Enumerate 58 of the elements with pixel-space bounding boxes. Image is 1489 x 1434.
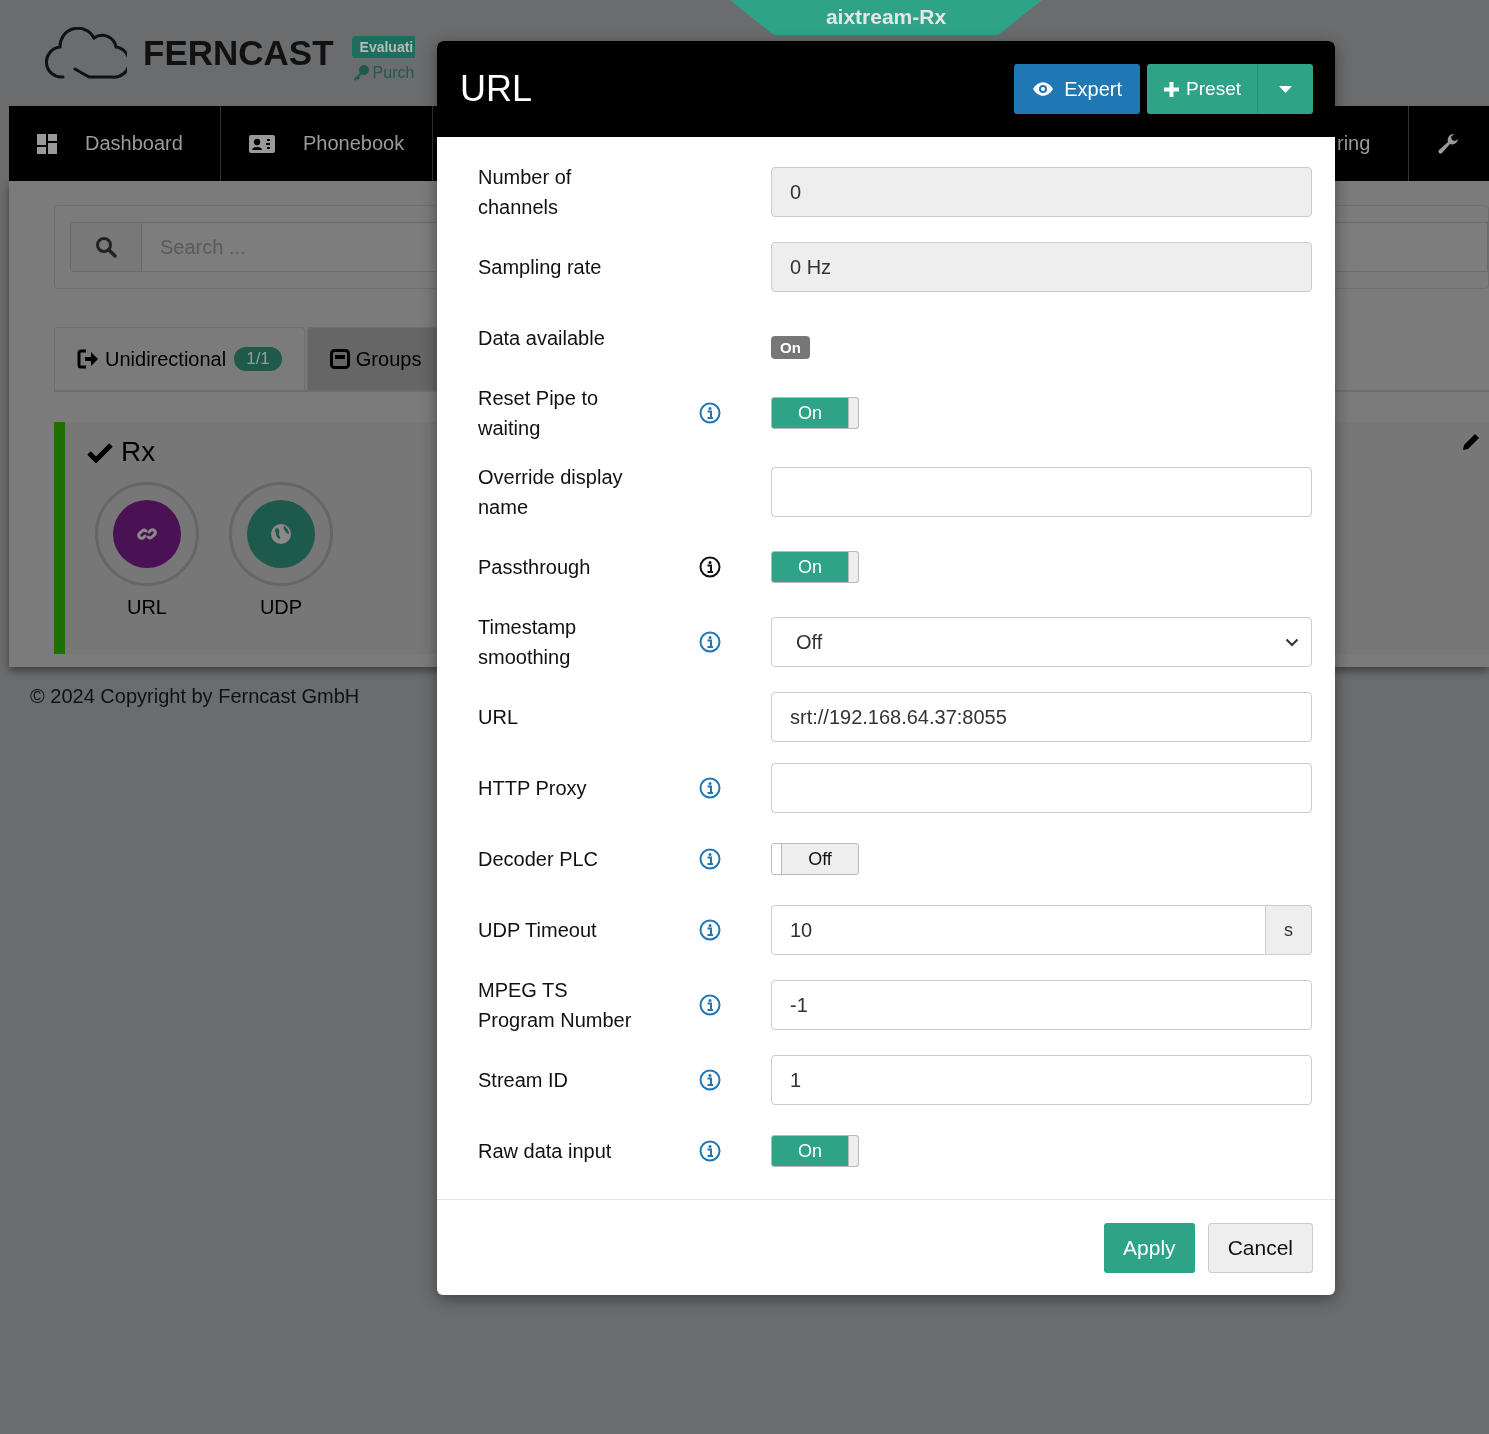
- device-name: Rx: [121, 436, 156, 468]
- count-badge: 1/1: [234, 347, 282, 371]
- unit-addon: s: [1266, 905, 1312, 955]
- node-ring[interactable]: [95, 482, 199, 586]
- copyright-text: © 2024 Copyright by Ferncast GmbH: [30, 685, 360, 708]
- field-label: Number of channels: [478, 165, 573, 220]
- field-label: URL: [478, 705, 519, 730]
- device-title-ribbon: aixtream-Rx: [730, 0, 1042, 35]
- status-badge: On: [771, 335, 810, 359]
- expert-button[interactable]: Expert: [1014, 64, 1141, 114]
- field-label: Passthrough: [478, 555, 592, 580]
- contact-card-icon: [249, 134, 275, 153]
- caret-icon: [1279, 85, 1292, 93]
- field-label: Override display name: [478, 465, 624, 520]
- toggle-switch[interactable]: Off: [771, 843, 859, 875]
- preset-dropdown-toggle[interactable]: [1257, 64, 1313, 114]
- checkmark-icon: [87, 441, 113, 463]
- eye-icon: [1032, 81, 1055, 97]
- dropdown[interactable]: Off: [771, 617, 1312, 667]
- text-field[interactable]: srt://192.168.64.37:8055: [771, 692, 1312, 742]
- node-label: UDP: [259, 596, 303, 619]
- dashboard-icon: [37, 133, 57, 154]
- text-field[interactable]: 1: [771, 1055, 1312, 1105]
- key-icon: [351, 64, 370, 82]
- chevron-down-icon: [1285, 637, 1299, 647]
- field-label: Timestamp smoothing: [478, 615, 578, 670]
- tab[interactable]: Unidirectional 1/1: [54, 327, 305, 390]
- brand-name: FERNCAST: [143, 33, 334, 73]
- text-field[interactable]: [771, 763, 1312, 813]
- modal-title: URL: [460, 68, 534, 110]
- search-icon: [95, 236, 117, 258]
- field-label: Data available: [478, 326, 606, 351]
- search-button[interactable]: [70, 222, 142, 272]
- field-label: HTTP Proxy: [478, 776, 588, 801]
- pencil-icon[interactable]: [1461, 432, 1481, 452]
- number-field[interactable]: 10: [771, 905, 1266, 955]
- cancel-button[interactable]: Cancel: [1207, 1222, 1313, 1273]
- evaluation-badge: Evaluati: [351, 36, 416, 58]
- cloud-logo-icon: [45, 27, 127, 79]
- readonly-field: 0 Hz: [771, 242, 1312, 292]
- node-ring[interactable]: [229, 482, 333, 586]
- field-label: Reset Pipe to waiting: [478, 386, 600, 441]
- exit-icon: [77, 349, 99, 369]
- field-label: Raw data input: [478, 1139, 613, 1164]
- text-field[interactable]: -1: [771, 980, 1312, 1030]
- field-label: MPEG TS Program Number: [478, 978, 633, 1033]
- globe-icon: [270, 523, 292, 545]
- field-label: UDP Timeout: [478, 918, 598, 943]
- text-field[interactable]: [771, 467, 1312, 517]
- field-label: Stream ID: [478, 1068, 570, 1093]
- wrench-icon[interactable]: [1437, 131, 1461, 156]
- readonly-field: 0: [771, 167, 1312, 217]
- field-label: Decoder PLC: [478, 847, 600, 872]
- info-icon[interactable]: [699, 556, 721, 578]
- node-label: URL: [127, 596, 167, 619]
- field-label: Sampling rate: [478, 255, 603, 280]
- window-icon: [329, 349, 350, 369]
- plus-icon: [1163, 80, 1181, 98]
